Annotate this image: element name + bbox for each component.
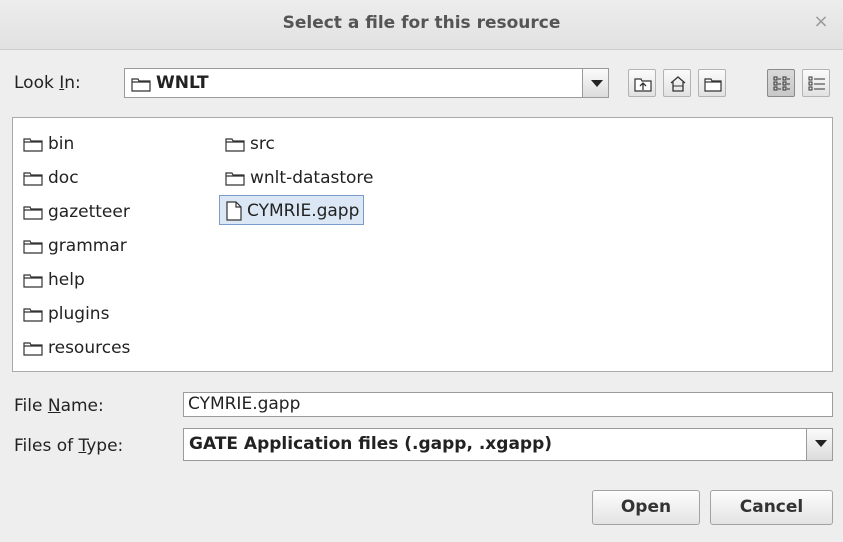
cancel-button[interactable]: Cancel [710, 490, 833, 525]
home-icon [670, 76, 686, 92]
list-item-folder[interactable]: plugins [17, 300, 113, 326]
file-list[interactable]: bin doc gazetteer grammar help plugins r… [12, 117, 833, 372]
file-name: doc [48, 168, 79, 188]
folder-icon [23, 138, 43, 152]
list-view-icon [773, 76, 790, 91]
folder-icon [23, 342, 43, 356]
file-type-combo[interactable]: GATE Application files (.gapp, .xgapp) [183, 428, 833, 461]
file-name-input[interactable]: CYMRIE.gapp [183, 392, 833, 417]
details-view-button[interactable] [802, 69, 830, 97]
chevron-down-icon[interactable] [582, 69, 608, 97]
look-in-combo[interactable]: WNLT [124, 68, 609, 98]
close-icon[interactable]: × [811, 12, 831, 32]
open-button[interactable]: Open [592, 490, 700, 525]
file-name: resources [48, 338, 131, 358]
title-bar: Select a file for this resource × [0, 0, 843, 50]
details-view-icon [808, 76, 825, 91]
list-item-folder[interactable]: resources [17, 334, 134, 360]
folder-icon [23, 240, 43, 254]
chevron-down-icon[interactable] [806, 429, 832, 460]
folder-icon [131, 76, 151, 97]
list-item-folder[interactable]: doc [17, 164, 83, 190]
file-name-label: File Name: [14, 396, 104, 416]
new-folder-button[interactable] [698, 69, 726, 97]
list-view-button[interactable] [767, 69, 795, 97]
file-name: bin [48, 134, 75, 154]
new-folder-icon [704, 78, 722, 92]
list-item-folder[interactable]: gazetteer [17, 198, 134, 224]
file-name: src [250, 134, 275, 154]
folder-icon [225, 138, 245, 152]
file-name: help [48, 270, 85, 290]
folder-icon [23, 308, 43, 322]
up-one-level-button[interactable] [628, 69, 656, 97]
file-name: plugins [48, 304, 110, 324]
look-in-value: WNLT [156, 73, 209, 93]
file-name: gazetteer [48, 202, 130, 222]
dialog-title: Select a file for this resource [282, 13, 561, 33]
folder-up-icon [634, 78, 652, 92]
list-item-file-selected[interactable]: CYMRIE.gapp [219, 195, 365, 225]
folder-icon [23, 274, 43, 288]
look-in-label: Look In: [14, 73, 81, 93]
list-item-folder[interactable]: wnlt-datastore [219, 164, 378, 190]
file-icon [226, 201, 242, 221]
folder-icon [225, 172, 245, 186]
folder-icon [23, 172, 43, 186]
list-item-folder[interactable]: bin [17, 130, 78, 156]
list-item-folder[interactable]: help [17, 266, 89, 292]
folder-icon [23, 206, 43, 220]
file-name: grammar [48, 236, 127, 256]
files-of-type-label: Files of Type: [14, 436, 124, 456]
file-name: CYMRIE.gapp [247, 201, 360, 221]
list-item-folder[interactable]: src [219, 130, 279, 156]
home-button[interactable] [663, 69, 691, 97]
file-type-value: GATE Application files (.gapp, .xgapp) [189, 434, 553, 454]
file-name: wnlt-datastore [250, 168, 374, 188]
list-item-folder[interactable]: grammar [17, 232, 131, 258]
